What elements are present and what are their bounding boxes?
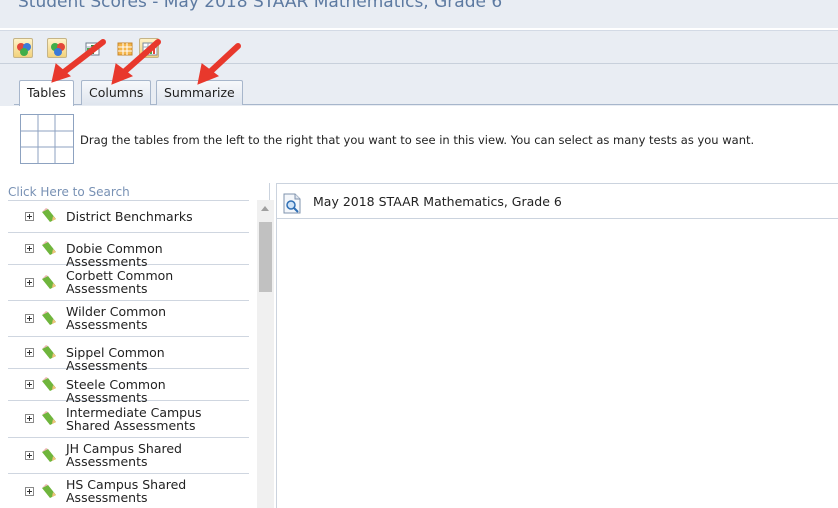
tree-item-label: Intermediate Campus Shared Assessments: [66, 405, 202, 433]
expand-icon[interactable]: [25, 212, 34, 221]
expand-icon[interactable]: [25, 348, 34, 357]
tree-item-label: Corbett Common Assessments: [66, 268, 174, 296]
expand-icon[interactable]: [25, 451, 34, 460]
grid-chart-icon[interactable]: [139, 38, 159, 58]
assessment-tree: District Benchmarks Dobie Common Assessm…: [8, 200, 249, 508]
tree-item-label: District Benchmarks: [66, 209, 193, 224]
tree-item-intermediate[interactable]: Intermediate Campus Shared Assessments: [8, 401, 249, 438]
tab-summarize[interactable]: Summarize: [156, 80, 243, 105]
pencil-icon: [42, 448, 56, 462]
pencil-icon: [42, 484, 56, 498]
tree-item-dobie[interactable]: Dobie Common Assessments: [8, 233, 249, 268]
selected-table-item[interactable]: May 2018 STAAR Mathematics, Grade 6: [277, 184, 838, 219]
pencil-icon: [42, 208, 56, 222]
expand-icon[interactable]: [25, 244, 34, 253]
instruction-text: Drag the tables from the left to the rig…: [80, 133, 755, 147]
selected-tables-panel[interactable]: May 2018 STAAR Mathematics, Grade 6: [276, 183, 838, 508]
tree-item-wilder[interactable]: Wilder Common Assessments: [8, 301, 249, 337]
expand-icon[interactable]: [25, 278, 34, 287]
pencil-icon: [42, 311, 56, 325]
grid-orange-icon[interactable]: [114, 38, 134, 58]
tree-item-label: HS Campus Shared Assessments: [66, 477, 187, 505]
table-grid-icon: [20, 114, 74, 164]
scroll-up-icon[interactable]: [261, 206, 269, 211]
expand-icon[interactable]: [25, 380, 34, 389]
tree-item-jh-campus[interactable]: JH Campus Shared Assessments: [8, 438, 249, 474]
tree-item-label: Wilder Common Assessments: [66, 304, 167, 332]
page-title: Student Scores - May 2018 STAAR Mathemat…: [18, 0, 503, 12]
tree-item-steele[interactable]: Steele Common Assessments: [8, 369, 249, 404]
selected-table-label: May 2018 STAAR Mathematics, Grade 6: [313, 194, 562, 209]
scroll-thumb[interactable]: [259, 222, 272, 292]
document-search-icon: [283, 193, 301, 214]
colored-circles-alt-icon[interactable]: [47, 38, 67, 58]
expand-icon[interactable]: [25, 414, 34, 423]
tree-item-corbett[interactable]: Corbett Common Assessments: [8, 265, 249, 301]
available-tables-panel: District Benchmarks Dobie Common Assessm…: [8, 183, 274, 508]
title-bar: Student Scores - May 2018 STAAR Mathemat…: [0, 0, 838, 28]
pencil-icon: [42, 275, 56, 289]
tree-scrollbar[interactable]: [257, 200, 274, 508]
expand-icon[interactable]: [25, 314, 34, 323]
tab-tables[interactable]: Tables: [19, 80, 74, 106]
tab-strip: Tables Columns Summarize: [0, 64, 838, 106]
pencil-icon: [42, 411, 56, 425]
table-chart-icon[interactable]: [82, 38, 102, 58]
pencil-icon: [42, 345, 56, 359]
expand-icon[interactable]: [25, 487, 34, 496]
tree-item-district-benchmarks[interactable]: District Benchmarks: [8, 201, 249, 233]
tree-item-sippel[interactable]: Sippel Common Assessments: [8, 337, 249, 372]
pencil-icon: [42, 241, 56, 255]
tree-item-hs-campus[interactable]: HS Campus Shared Assessments: [8, 474, 249, 508]
tab-columns[interactable]: Columns: [81, 80, 152, 105]
tree-item-label: JH Campus Shared Assessments: [66, 441, 182, 469]
toolbar: [0, 30, 838, 64]
pencil-icon: [42, 377, 56, 391]
search-input[interactable]: [8, 183, 270, 200]
colored-circles-icon[interactable]: [13, 38, 33, 58]
